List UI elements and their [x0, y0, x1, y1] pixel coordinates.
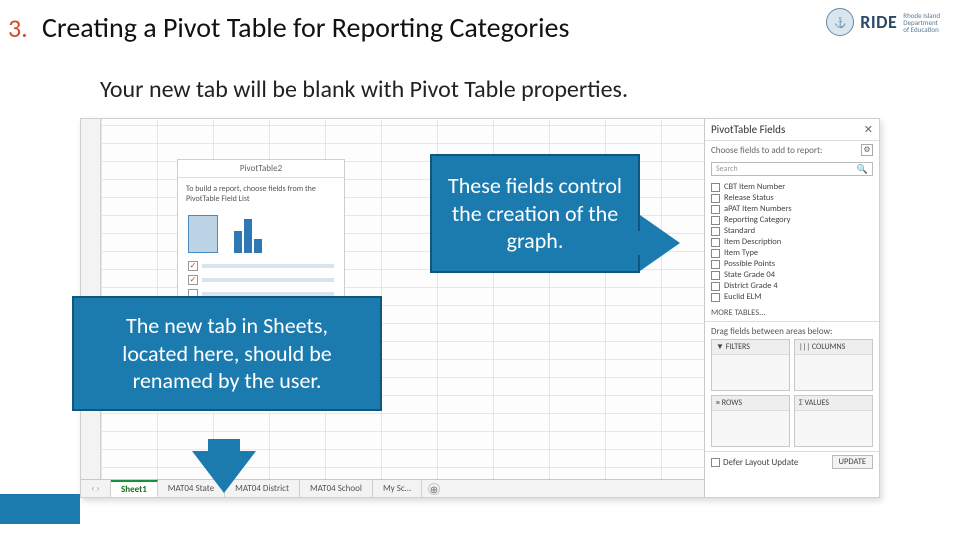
defer-layout-checkbox[interactable]: Defer Layout Update: [711, 457, 798, 468]
checkbox-icon[interactable]: [711, 216, 720, 225]
checkbox-icon[interactable]: [711, 293, 720, 302]
ptf-title: PivotTable Fields: [711, 123, 785, 136]
checkbox-icon[interactable]: [711, 194, 720, 203]
new-sheet-button[interactable]: ⊕: [428, 483, 440, 495]
update-button[interactable]: UPDATE: [832, 455, 874, 469]
ptf-field-list: CBT Item Number Release Status aPAT Item…: [705, 179, 879, 305]
checkbox-icon: ✓: [188, 261, 198, 271]
slide-number: 3.: [8, 12, 28, 44]
sheet-tab-active[interactable]: Sheet1: [111, 480, 158, 497]
ptf-area-filters[interactable]: ▼ FILTERS: [711, 339, 790, 391]
ptf-field[interactable]: Standard: [711, 226, 873, 236]
chart-icon: [232, 215, 272, 253]
ptf-area-rows[interactable]: ≡ ROWS: [711, 395, 790, 447]
state-seal-icon: ⚓: [826, 8, 854, 36]
ptf-more-tables[interactable]: MORE TABLES...: [705, 305, 879, 321]
fieldlist-icon: [188, 215, 218, 253]
ptf-field[interactable]: District Grade 4: [711, 281, 873, 291]
checkbox-icon[interactable]: [711, 238, 720, 247]
arrow-right-icon: [640, 215, 680, 271]
search-icon: 🔍: [857, 164, 868, 175]
sheet-tab[interactable]: My Sc…: [373, 480, 422, 497]
logo-text: RIDE: [860, 11, 897, 33]
ride-logo: ⚓ RIDE Rhode Island Department of Educat…: [826, 8, 940, 36]
sheet-tab[interactable]: MAT04 School: [300, 480, 373, 497]
pivottable-placeholder-title: PivotTable2: [178, 160, 344, 178]
ptf-field[interactable]: Item Description: [711, 237, 873, 247]
checkbox-icon: ✓: [188, 275, 198, 285]
ptf-area-columns[interactable]: ||| COLUMNS: [794, 339, 873, 391]
gear-icon[interactable]: ⚙: [861, 144, 873, 156]
ptf-search-input[interactable]: Search 🔍: [711, 162, 873, 176]
ptf-field[interactable]: Release Status: [711, 193, 873, 203]
checkbox-icon[interactable]: [711, 205, 720, 214]
checkbox-icon[interactable]: [711, 260, 720, 269]
pivottable-placeholder: PivotTable2 To build a report, choose fi…: [177, 159, 345, 299]
ptf-field[interactable]: Item Type: [711, 248, 873, 258]
sheet-tabs: ‹ › Sheet1 MAT04 State MAT04 District MA…: [81, 479, 704, 497]
ptf-choose-label: Choose fields to add to report:: [711, 145, 822, 156]
close-icon[interactable]: ✕: [864, 123, 873, 136]
footer-accent-bar: [0, 494, 80, 524]
checkbox-icon: [711, 458, 720, 467]
subheading: Your new tab will be blank with Pivot Ta…: [100, 75, 628, 104]
pivottable-placeholder-text: To build a report, choose fields from th…: [178, 178, 344, 211]
logo-subtext: of Education: [903, 26, 940, 33]
pivottable-fields-pane: PivotTable Fields ✕ Choose fields to add…: [704, 119, 879, 497]
ptf-field[interactable]: Reporting Category: [711, 215, 873, 225]
tab-nav-arrows[interactable]: ‹ ›: [81, 480, 111, 497]
ptf-field[interactable]: aPAT Item Numbers: [711, 204, 873, 214]
ptf-field[interactable]: CBT Item Number: [711, 182, 873, 192]
checkbox-icon[interactable]: [711, 183, 720, 192]
checkbox-icon[interactable]: [711, 282, 720, 291]
ptf-area-values[interactable]: Σ VALUES: [794, 395, 873, 447]
checkbox-icon[interactable]: [711, 249, 720, 258]
callout-rename-tab: The new tab in Sheets, located here, sho…: [72, 296, 382, 411]
checkbox-icon[interactable]: [711, 227, 720, 236]
ptf-field[interactable]: Possible Points: [711, 259, 873, 269]
ptf-drag-label: Drag fields between areas below:: [705, 321, 879, 339]
callout-fields: These fields control the creation of the…: [430, 154, 640, 273]
search-placeholder: Search: [716, 164, 738, 174]
ptf-field[interactable]: State Grade 04: [711, 270, 873, 280]
arrow-down-icon: [192, 451, 256, 493]
checkbox-icon[interactable]: [711, 271, 720, 280]
ptf-field[interactable]: Euclid ELM: [711, 292, 873, 302]
page-title: Creating a Pivot Table for Reporting Cat…: [42, 10, 569, 45]
